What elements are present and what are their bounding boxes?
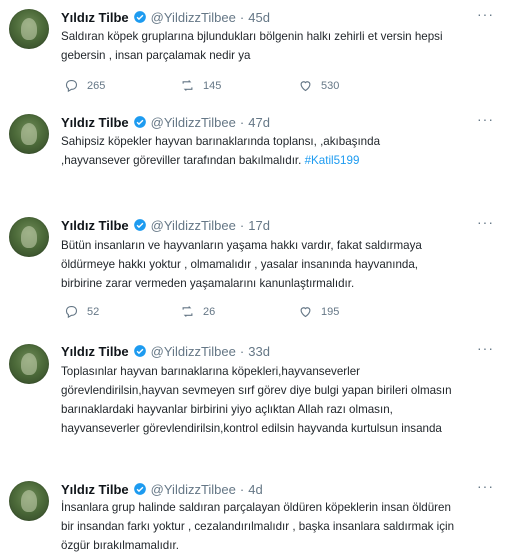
verified-badge-icon xyxy=(133,116,146,128)
tweet-header: Yıldız Tilbe @YildizzTilbee · 33d xyxy=(61,342,270,360)
like-count: 195 xyxy=(321,305,340,318)
tweet-text: Saldıran köpek gruplarına bjlundukları b… xyxy=(61,27,493,65)
tweet-text-line: Saldıran köpek gruplarına bjlundukları b… xyxy=(61,30,443,43)
tweet-text-line: İnsanlara grup halinde saldıran parçalay… xyxy=(61,501,451,514)
like-button[interactable]: 195 xyxy=(298,304,339,319)
tweet-text-line: özgür bırakılmamalıdır. xyxy=(61,539,179,552)
like-icon xyxy=(300,307,311,318)
reply-count: 265 xyxy=(87,79,106,92)
tweet-text-line: barınaklardaki hayvanlar birbirini yiyo … xyxy=(61,403,393,416)
tweet-text: Toplasınlar hayvan barınaklarına köpekle… xyxy=(61,362,493,438)
separator-dot: · xyxy=(239,9,245,25)
author-name[interactable]: Yıldız Tilbe xyxy=(61,482,129,497)
verified-badge-icon xyxy=(133,483,146,495)
tweet-header: Yıldız Tilbe @YildizzTilbee · 4d xyxy=(61,480,263,498)
more-options-icon[interactable]: ··· xyxy=(477,340,494,356)
tweet-text: Sahipsiz köpekler hayvan barınaklarında … xyxy=(61,132,493,170)
author-handle[interactable]: @YildizzTilbee xyxy=(151,115,236,130)
tweet-text: Bütün insanların ve hayvanların yaşama h… xyxy=(61,236,493,293)
tweet-actions: 52 26 195 xyxy=(64,304,384,322)
tweet-text-line: ,hayvansever göreviller tarafından bakıl… xyxy=(61,151,493,170)
like-button[interactable]: 530 xyxy=(298,78,339,93)
tweet[interactable]: Yıldız Tilbe @YildizzTilbee · 45d ··· Sa… xyxy=(0,0,508,102)
separator-dot: · xyxy=(239,114,245,130)
tweet-text-line: gebersin , insan parçalamak nedir ya xyxy=(61,49,251,62)
like-count: 530 xyxy=(321,79,340,92)
author-name[interactable]: Yıldız Tilbe xyxy=(61,115,129,130)
tweet-header: Yıldız Tilbe @YildizzTilbee · 45d xyxy=(61,8,270,26)
author-name[interactable]: Yıldız Tilbe xyxy=(61,344,129,359)
avatar[interactable] xyxy=(9,344,49,384)
tweet[interactable]: Yıldız Tilbe @YildizzTilbee · 4d ··· İns… xyxy=(0,472,508,555)
separator-dot: · xyxy=(239,481,245,497)
author-handle[interactable]: @YildizzTilbee xyxy=(151,218,236,233)
tweet-header: Yıldız Tilbe @YildizzTilbee · 17d xyxy=(61,216,270,234)
tweet-text-line: Bütün insanların ve hayvanların yaşama h… xyxy=(61,239,422,252)
tweet-time[interactable]: 47d xyxy=(248,115,270,130)
author-name[interactable]: Yıldız Tilbe xyxy=(61,10,129,25)
separator-dot: · xyxy=(239,217,245,233)
retweet-count: 145 xyxy=(203,79,222,92)
tweet[interactable]: Yıldız Tilbe @YildizzTilbee · 47d ··· Sa… xyxy=(0,104,508,204)
tweet-header: Yıldız Tilbe @YildizzTilbee · 47d xyxy=(61,113,270,131)
tweet-text-line: birbirine zarar vermeden yaşamalarını ka… xyxy=(61,277,355,290)
author-handle[interactable]: @YildizzTilbee xyxy=(151,344,236,359)
tweet-actions: 265 145 530 xyxy=(64,78,384,96)
avatar[interactable] xyxy=(9,114,49,154)
verified-badge-icon xyxy=(133,11,146,23)
retweet-button[interactable]: 26 xyxy=(180,304,215,319)
retweet-button[interactable]: 145 xyxy=(180,78,221,93)
reply-count: 52 xyxy=(87,305,100,318)
retweet-icon xyxy=(182,80,193,91)
reply-button[interactable]: 52 xyxy=(64,304,99,319)
tweet-text-line: bir insandan farkı yoktur , cezalandırıl… xyxy=(61,520,455,533)
tweet-text: İnsanlara grup halinde saldıran parçalay… xyxy=(61,498,493,555)
reply-button[interactable]: 265 xyxy=(64,78,105,93)
tweet[interactable]: Yıldız Tilbe @YildizzTilbee · 33d ··· To… xyxy=(0,336,508,464)
avatar[interactable] xyxy=(9,481,49,521)
more-options-icon[interactable]: ··· xyxy=(477,6,494,22)
author-handle[interactable]: @YildizzTilbee xyxy=(151,10,236,25)
like-icon xyxy=(300,81,311,92)
more-options-icon[interactable]: ··· xyxy=(477,111,494,127)
tweet[interactable]: Yıldız Tilbe @YildizzTilbee · 17d ··· Bü… xyxy=(0,208,508,334)
hashtag-link[interactable]: #Katil5199 xyxy=(305,154,360,167)
verified-badge-icon xyxy=(133,345,146,357)
separator-dot: · xyxy=(239,343,245,359)
reply-icon xyxy=(65,305,78,319)
tweet-text-segment: ,hayvansever göreviller tarafından bakıl… xyxy=(61,154,302,167)
avatar[interactable] xyxy=(9,217,49,257)
verified-badge-icon xyxy=(133,219,146,231)
more-options-icon[interactable]: ··· xyxy=(477,214,494,230)
tweet-feed: Yıldız Tilbe @YildizzTilbee · 45d ··· Sa… xyxy=(0,0,508,555)
retweet-icon xyxy=(182,306,193,317)
tweet-text-line: öldürmeye hakkı yoktur , olmamalıdır , y… xyxy=(61,258,419,271)
tweet-text-line: Toplasınlar hayvan barınaklarına köpekle… xyxy=(61,365,361,378)
tweet-time[interactable]: 4d xyxy=(248,482,262,497)
author-name[interactable]: Yıldız Tilbe xyxy=(61,218,129,233)
tweet-text-line: görevlendirilsin,hayvan sevmeyen sırf gö… xyxy=(61,384,452,397)
tweet-time[interactable]: 45d xyxy=(248,10,270,25)
retweet-count: 26 xyxy=(203,305,216,318)
tweet-time[interactable]: 17d xyxy=(248,218,270,233)
avatar[interactable] xyxy=(9,9,49,49)
reply-icon xyxy=(65,79,78,93)
tweet-time[interactable]: 33d xyxy=(248,344,270,359)
tweet-text-line: hayvanseverler görevlendirilsin,kontrol … xyxy=(61,422,442,435)
tweet-text-line: Sahipsiz köpekler hayvan barınaklarında … xyxy=(61,135,381,148)
author-handle[interactable]: @YildizzTilbee xyxy=(151,482,236,497)
more-options-icon[interactable]: ··· xyxy=(477,478,494,494)
